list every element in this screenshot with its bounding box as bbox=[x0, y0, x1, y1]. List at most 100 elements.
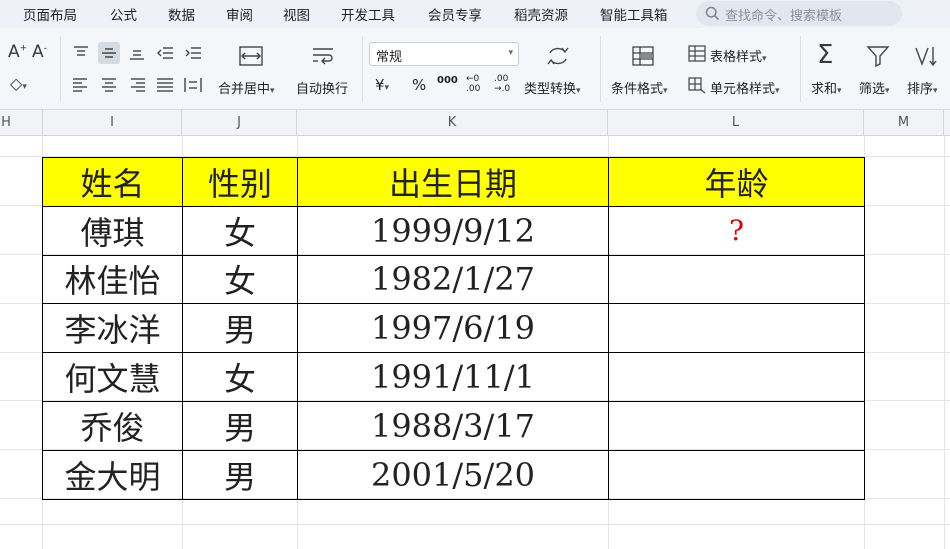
filter-label: 筛选 bbox=[859, 82, 886, 97]
table-row: 何文慧 女 1991/11/1 bbox=[42, 352, 865, 402]
type-convert-label: 类型转换 bbox=[524, 82, 577, 97]
birth-date-cell[interactable]: 2001/5/20 bbox=[297, 449, 609, 500]
align-middle-icon[interactable] bbox=[98, 42, 120, 64]
menu-bar: 页面布局 公式 数据 审阅 视图 开发工具 会员专享 稻壳资源 智能工具箱 查找… bbox=[0, 0, 950, 28]
conditional-format-button[interactable]: 条件格式▾ bbox=[611, 78, 668, 97]
name-cell[interactable]: 林佳怡 bbox=[42, 254, 183, 305]
table-row: 傅琪 女 1999/9/12 ? bbox=[42, 205, 865, 256]
menu-page-layout[interactable]: 页面布局 bbox=[23, 4, 77, 24]
merge-center-icon[interactable] bbox=[238, 44, 264, 68]
increase-font-icon[interactable]: A+ bbox=[8, 44, 27, 61]
menu-docer[interactable]: 稻壳资源 bbox=[514, 4, 568, 24]
header-cell-birth-date[interactable]: 出生日期 bbox=[297, 157, 609, 207]
table-row: 李冰洋 男 1997/6/19 bbox=[42, 303, 865, 354]
cell-style-label: 单元格样式 bbox=[710, 82, 776, 97]
cell-style-icon bbox=[688, 77, 706, 94]
column-header-j[interactable]: J bbox=[182, 110, 297, 136]
menu-data[interactable]: 数据 bbox=[168, 4, 195, 24]
name-cell[interactable]: 何文慧 bbox=[42, 352, 183, 402]
decrease-decimal-icon[interactable]: .00 →.0 bbox=[494, 74, 510, 94]
header-cell-age[interactable]: 年龄 bbox=[608, 157, 865, 207]
type-convert-button[interactable]: 类型转换▾ bbox=[524, 78, 581, 97]
type-convert-icon[interactable] bbox=[545, 44, 571, 68]
chevron-down-icon: ▾ bbox=[508, 48, 513, 58]
header-cell-name[interactable]: 姓名 bbox=[42, 157, 183, 207]
number-format-select[interactable]: 常规 ▾ bbox=[369, 42, 519, 66]
name-cell[interactable]: 金大明 bbox=[42, 449, 183, 500]
conditional-format-label: 条件格式 bbox=[611, 82, 664, 97]
merge-center-label: 合并居中 bbox=[218, 82, 271, 97]
decrease-font-icon[interactable]: A- bbox=[32, 44, 47, 61]
filter-icon[interactable] bbox=[866, 44, 890, 68]
column-header-k[interactable]: K bbox=[297, 110, 608, 136]
birth-date-cell[interactable]: 1999/9/12 bbox=[297, 205, 609, 256]
wrap-text-button[interactable]: 自动换行 bbox=[296, 78, 348, 97]
age-cell[interactable] bbox=[608, 352, 865, 402]
birth-date-cell[interactable]: 1991/11/1 bbox=[297, 352, 609, 402]
align-bottom-icon[interactable] bbox=[126, 42, 148, 64]
table-style-icon bbox=[688, 45, 706, 62]
ribbon-toolbar: A+ A- ◇▾ 合并居中▾ 自动换行 常规 ▾ ¥▾ % 000 ←0.00 … bbox=[0, 28, 950, 110]
gender-cell[interactable]: 男 bbox=[182, 449, 298, 500]
conditional-format-icon[interactable] bbox=[630, 44, 656, 68]
menu-view[interactable]: 视图 bbox=[283, 4, 310, 24]
menu-developer[interactable]: 开发工具 bbox=[341, 4, 395, 24]
column-header-i[interactable]: I bbox=[43, 110, 182, 136]
column-header-m[interactable]: M bbox=[864, 110, 944, 136]
justify-icon[interactable] bbox=[154, 74, 176, 96]
data-table: 姓名 性别 出生日期 年龄 傅琪 女 1999/9/12 ? 林佳怡 女 198… bbox=[42, 157, 865, 500]
table-row: 林佳怡 女 1982/1/27 bbox=[42, 254, 865, 305]
currency-format-button[interactable]: ¥▾ bbox=[375, 76, 389, 94]
menu-formulas[interactable]: 公式 bbox=[110, 4, 137, 24]
currency-label: ¥ bbox=[375, 76, 385, 94]
clear-format-icon[interactable]: ◇▾ bbox=[10, 76, 27, 92]
menu-member[interactable]: 会员专享 bbox=[428, 4, 482, 24]
align-right-icon[interactable] bbox=[126, 74, 148, 96]
menu-smart-toolbox[interactable]: 智能工具箱 bbox=[600, 4, 668, 24]
sum-button[interactable]: 求和▾ bbox=[811, 78, 842, 97]
increase-decimal-icon[interactable]: ←0.00 bbox=[466, 74, 480, 94]
age-cell[interactable] bbox=[608, 254, 865, 305]
align-center-icon[interactable] bbox=[98, 74, 120, 96]
align-left-icon[interactable] bbox=[70, 74, 92, 96]
age-cell[interactable] bbox=[608, 400, 865, 451]
name-cell[interactable]: 李冰洋 bbox=[42, 303, 183, 354]
wrap-text-icon[interactable] bbox=[310, 44, 336, 68]
gender-cell[interactable]: 男 bbox=[182, 303, 298, 354]
birth-date-cell[interactable]: 1982/1/27 bbox=[297, 254, 609, 305]
merge-center-button[interactable]: 合并居中▾ bbox=[218, 78, 275, 97]
column-header-l[interactable]: L bbox=[608, 110, 864, 136]
age-cell[interactable]: ? bbox=[608, 205, 865, 256]
menu-review[interactable]: 审阅 bbox=[226, 4, 253, 24]
header-cell-gender[interactable]: 性别 bbox=[182, 157, 298, 207]
table-row: 乔俊 男 1988/3/17 bbox=[42, 400, 865, 451]
age-cell[interactable] bbox=[608, 303, 865, 354]
age-cell[interactable] bbox=[608, 449, 865, 500]
align-top-icon[interactable] bbox=[70, 42, 92, 64]
table-style-button[interactable]: 表格样式▾ bbox=[710, 46, 767, 65]
search-box[interactable]: 查找命令、搜索模板 bbox=[696, 1, 902, 26]
table-header-row: 姓名 性别 出生日期 年龄 bbox=[42, 157, 865, 207]
birth-date-cell[interactable]: 1997/6/19 bbox=[297, 303, 609, 354]
decrease-indent-icon[interactable] bbox=[154, 42, 176, 64]
sum-label: 求和 bbox=[811, 82, 838, 97]
sum-icon[interactable]: Σ bbox=[817, 42, 833, 68]
column-header-bar: H I J K L M bbox=[0, 110, 950, 136]
gender-cell[interactable]: 女 bbox=[182, 205, 298, 256]
name-cell[interactable]: 乔俊 bbox=[42, 400, 183, 451]
increase-indent-icon[interactable] bbox=[182, 42, 204, 64]
search-icon bbox=[705, 6, 720, 21]
sort-button[interactable]: 排序▾ bbox=[907, 78, 938, 97]
gender-cell[interactable]: 女 bbox=[182, 352, 298, 402]
filter-button[interactable]: 筛选▾ bbox=[859, 78, 890, 97]
gender-cell[interactable]: 男 bbox=[182, 400, 298, 451]
sort-icon[interactable] bbox=[912, 44, 938, 68]
percent-format-button[interactable]: % bbox=[412, 76, 426, 94]
thousands-separator-button[interactable]: 000 bbox=[437, 75, 458, 86]
gender-cell[interactable]: 女 bbox=[182, 254, 298, 305]
name-cell[interactable]: 傅琪 bbox=[42, 205, 183, 256]
distributed-align-icon[interactable] bbox=[182, 74, 204, 96]
cell-style-button[interactable]: 单元格样式▾ bbox=[710, 78, 780, 97]
birth-date-cell[interactable]: 1988/3/17 bbox=[297, 400, 609, 451]
column-header-h[interactable]: H bbox=[0, 110, 43, 136]
